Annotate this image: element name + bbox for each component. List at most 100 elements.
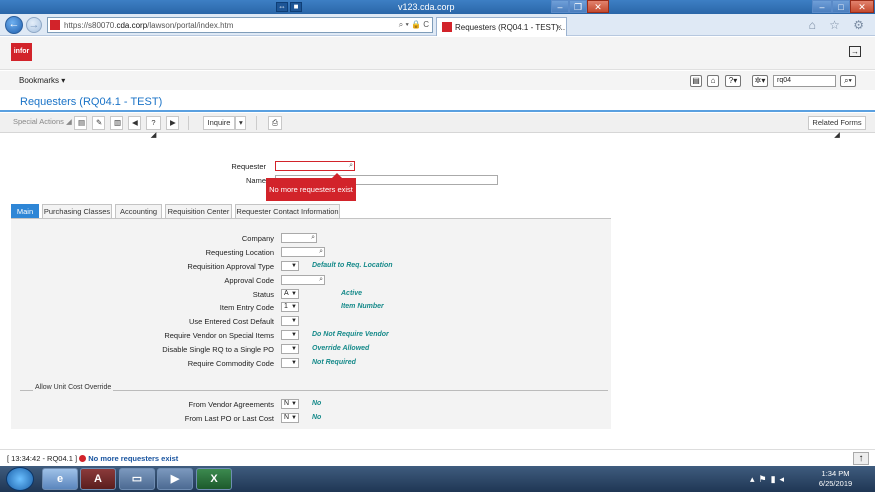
ie-close-button[interactable]: ✕ (850, 0, 874, 13)
excel-icon[interactable]: X (196, 468, 232, 490)
search-input[interactable]: rq04 (773, 75, 836, 87)
inquire-dropdown-icon[interactable]: ▾ (235, 116, 246, 130)
window-title: v123.cda.corp (398, 2, 455, 12)
approval-code-label: Approval Code (224, 276, 274, 285)
tab-main[interactable]: Main (11, 204, 39, 219)
window-menu-icon[interactable]: ⇔ (276, 2, 288, 12)
status-select[interactable]: A ▼ (281, 289, 299, 299)
tab-close-icon[interactable]: × (557, 22, 562, 32)
start-button[interactable] (6, 467, 34, 491)
chevron-down-icon: ▼ (291, 263, 297, 269)
tab-requisition-center[interactable]: Requisition Center (165, 204, 232, 219)
status-label: Status (252, 290, 274, 299)
address-bar[interactable]: https://s80070.cda.corp/lawson/portal/in… (47, 17, 433, 33)
status-bar: [ 13:34:42 - RQ04.1 ] No more requesters… (0, 449, 875, 466)
requesting-location-field[interactable]: ⌕ (281, 247, 325, 257)
company-lookup-icon[interactable]: ⌕ (311, 234, 315, 242)
approval-code-field[interactable]: ⌕ (281, 275, 325, 285)
ie-minimize-button[interactable]: – (812, 0, 832, 13)
from-last-po-desc: No (312, 414, 322, 421)
delete-icon[interactable]: ▥ (110, 116, 123, 130)
error-icon (79, 455, 87, 462)
special-actions-menu[interactable]: Special Actions ◢ (10, 116, 75, 130)
access-icon[interactable]: A (80, 468, 116, 490)
previous-icon[interactable]: ◀ (128, 116, 141, 130)
clock-date: 6/25/2019 (818, 479, 853, 488)
tab-favicon-icon (442, 22, 452, 32)
from-last-po-label: From Last PO or Last Cost (184, 414, 274, 423)
require-vendor-label: Require Vendor on Special Items (164, 331, 274, 340)
browser-tab[interactable]: Requesters (RQ04.1 - TEST)... × (436, 17, 567, 36)
toolbar-divider (188, 116, 189, 130)
lock-icon: ■ (290, 2, 302, 12)
ie-maximize-button[interactable]: □ (832, 0, 850, 13)
file-explorer-icon[interactable]: ▭ (119, 468, 155, 490)
address-controls[interactable]: ⌕ ▾ 🔒 C (399, 20, 429, 30)
site-favicon-icon (50, 20, 60, 30)
edit-icon[interactable]: ✎ (92, 116, 105, 130)
require-commodity-desc: Not Required (312, 359, 356, 366)
minimize-button[interactable]: – (551, 0, 569, 13)
from-vendor-agreements-select[interactable]: N ▼ (281, 399, 299, 409)
require-vendor-select[interactable]: ▼ (281, 330, 299, 340)
chevron-down-icon: ▼ (291, 346, 297, 352)
inquire-button[interactable]: Inquire (203, 116, 235, 130)
from-last-po-select[interactable]: N ▼ (281, 413, 299, 423)
status-desc: Active (341, 290, 363, 297)
taskbar-clock[interactable]: 1:34 PM 6/25/2019 (813, 469, 858, 489)
search-icon[interactable]: ⌕▾ (840, 75, 856, 87)
home-icon[interactable]: ⌂ (707, 75, 719, 87)
infor-logo: infor (11, 43, 32, 61)
tab-accounting[interactable]: Accounting (115, 204, 162, 219)
from-vendor-agreements-desc: No (312, 400, 322, 407)
requesting-location-label: Requesting Location (205, 248, 274, 257)
next-icon[interactable]: ▶ (166, 116, 179, 130)
requisition-approval-type-desc: Default to Req. Location (312, 262, 393, 269)
tab-purchasing-classes[interactable]: Purchasing Classes (42, 204, 112, 219)
restore-button[interactable]: ❐ (569, 0, 587, 13)
requester-label: Requester (231, 162, 266, 171)
tab-requester-contact-information[interactable]: Requester Contact Information (235, 204, 340, 219)
disable-single-rq-select[interactable]: ▼ (281, 344, 299, 354)
find-icon[interactable]: ?◢ (146, 116, 161, 139)
back-arrow-icon: ← (8, 18, 20, 30)
address-url[interactable]: https://s80070.cda.corp/lawson/portal/in… (64, 21, 233, 30)
status-message: [ 13:34:42 - RQ04.1 ] No more requesters… (7, 454, 179, 463)
browser-nav-icons[interactable]: ⌂ ☆ ⚙ (809, 18, 869, 32)
item-entry-code-select[interactable]: 1 ▼ (281, 302, 299, 312)
error-tooltip: No more requesters exist (266, 173, 356, 201)
company-field[interactable]: ⌕ (281, 233, 317, 243)
help-icon[interactable]: ?▾ (725, 75, 741, 87)
browser-navbar: ← → https://s80070.cda.corp/lawson/porta… (0, 14, 875, 36)
use-entered-cost-label: Use Entered Cost Default (188, 317, 274, 326)
media-player-icon[interactable]: ▶ (157, 468, 193, 490)
related-forms-button[interactable]: Related Forms ◢ (808, 116, 866, 139)
back-button[interactable]: ← (5, 16, 23, 34)
require-commodity-label: Require Commodity Code (187, 359, 274, 368)
tab-title: Requesters (RQ04.1 - TEST)... (455, 23, 566, 32)
scroll-up-icon[interactable]: ↑ (853, 452, 869, 465)
bookmarks-menu[interactable]: Bookmarks ▾ (19, 76, 65, 85)
add-record-icon[interactable]: ▤ (74, 116, 87, 130)
system-tray-icons[interactable]: ▴⚑▮◂ (750, 474, 788, 485)
chevron-down-icon: ▼ (291, 304, 297, 310)
requisition-approval-type-label: Requisition Approval Type (187, 262, 274, 271)
use-entered-cost-select[interactable]: ▼ (281, 316, 299, 326)
settings-icon[interactable]: ✲▾ (752, 75, 768, 87)
print-icon[interactable]: ⎙ (268, 116, 282, 130)
bookmarks-bar: Bookmarks ▾ ▤ ⌂ ?▾ ✲▾ rq04 ⌕▾ (0, 71, 875, 90)
require-commodity-select[interactable]: ▼ (281, 358, 299, 368)
forward-arrow-icon: → (28, 19, 40, 31)
chevron-down-icon: ▼ (291, 415, 297, 421)
forward-button[interactable]: → (26, 17, 42, 33)
requester-lookup-icon[interactable]: ⌕ (349, 162, 353, 170)
new-document-icon[interactable]: ▤ (690, 75, 702, 87)
approval-code-lookup-icon[interactable]: ⌕ (319, 276, 323, 284)
requisition-approval-type-select[interactable]: ▼ (281, 261, 299, 271)
close-window-button[interactable]: ✕ (587, 0, 609, 13)
requester-field[interactable]: ⌕ (275, 161, 355, 171)
requesting-location-lookup-icon[interactable]: ⌕ (319, 248, 323, 256)
sign-out-icon[interactable]: → (849, 46, 861, 57)
internet-explorer-icon[interactable]: e (42, 468, 78, 490)
chevron-down-icon: ▼ (291, 291, 297, 297)
